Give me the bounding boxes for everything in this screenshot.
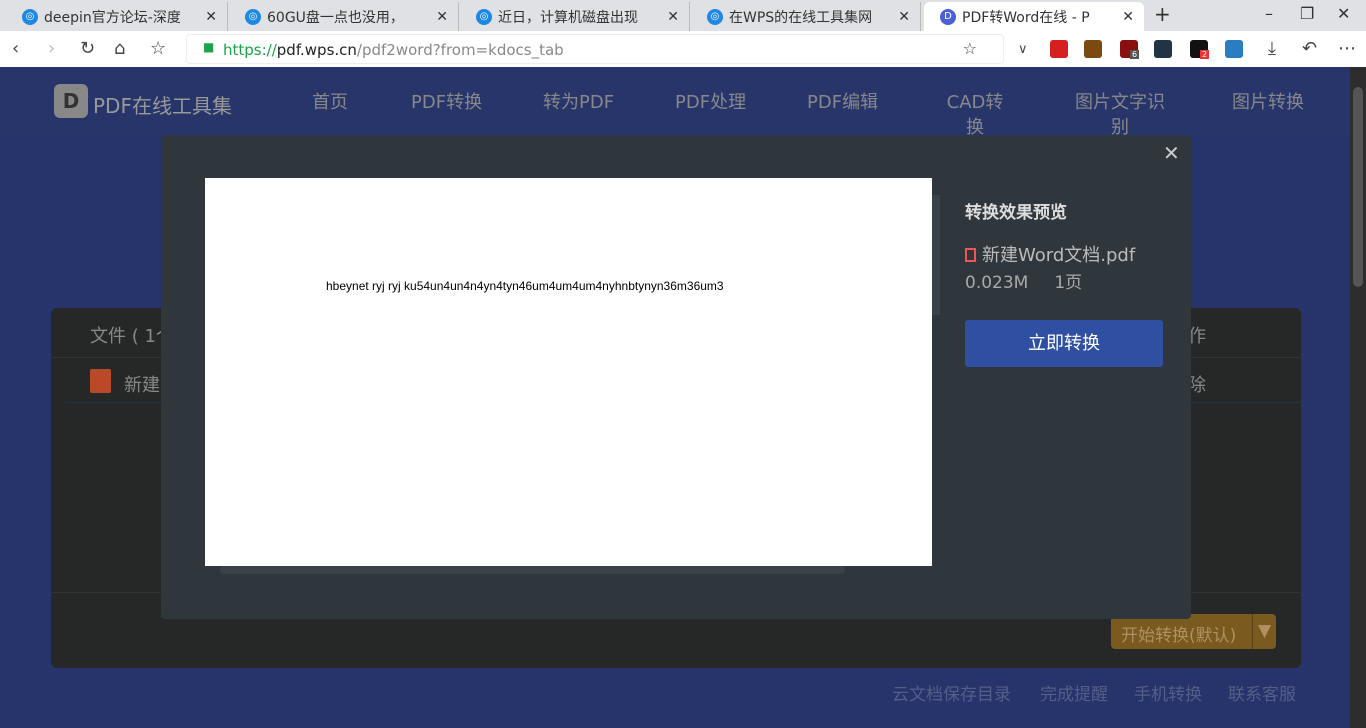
tab-wps[interactable]: ◎ 在WPS的在线工具集网 ✕ — [691, 2, 921, 31]
reload-icon[interactable]: ↻ — [80, 38, 95, 59]
url-path: /pdf2word?from=kdocs_tab — [356, 41, 564, 59]
preview-vertical-scrollbar[interactable] — [932, 195, 940, 315]
back-icon[interactable]: ‹ — [12, 38, 19, 59]
url-host: pdf.wps.cn — [276, 41, 357, 59]
deepin-icon: ◎ — [707, 8, 723, 25]
tab-title: 近日，计算机磁盘出现 — [498, 9, 638, 26]
close-tab-icon[interactable]: ✕ — [1122, 9, 1134, 25]
convert-now-button[interactable]: 立即转换 — [965, 320, 1163, 367]
new-tab-button[interactable]: + — [1154, 2, 1171, 26]
wps-pdf-icon: D — [940, 8, 956, 25]
footer-notify[interactable]: 完成提醒 — [1040, 680, 1108, 705]
scrollbar-thumb[interactable] — [1353, 87, 1363, 287]
bookmark-icon[interactable]: ☆ — [150, 38, 166, 59]
tab-title: 在WPS的在线工具集网 — [729, 9, 873, 26]
menu-cad[interactable]: CAD转换 — [940, 90, 1010, 140]
s-extension-icon[interactable] — [1225, 40, 1243, 58]
tab-usb[interactable]: ◎ 60GU盘一点也没用， ✕ — [229, 2, 459, 31]
deepin-icon: ◎ — [476, 8, 492, 25]
file-name: 新建 — [124, 375, 160, 396]
page-count: 1页 — [1054, 273, 1083, 293]
dropdown-arrow-icon[interactable]: ▼ — [1252, 614, 1276, 649]
close-icon[interactable]: ✕ — [1163, 141, 1180, 165]
restore-button[interactable]: ❐ — [1300, 4, 1314, 23]
start-convert-label: 开始转换(默认) — [1121, 626, 1237, 646]
star-icon[interactable]: ☆ — [963, 39, 977, 58]
minimize-button[interactable]: – — [1265, 4, 1273, 23]
url-scheme: https:// — [223, 41, 277, 59]
deepin-icon: ◎ — [22, 8, 38, 25]
badge-count: 2 — [1200, 50, 1210, 59]
menu-image-convert[interactable]: 图片转换 — [1232, 90, 1304, 115]
close-tab-icon[interactable]: ✕ — [436, 9, 448, 25]
url-input[interactable]: ■ https://pdf.wps.cn/pdf2word?from=kdocs… — [186, 34, 1004, 64]
menu-ocr[interactable]: 图片文字识别 — [1072, 90, 1168, 140]
home-icon[interactable]: ⌂ — [114, 38, 125, 59]
menu-pdf-edit[interactable]: PDF编辑 — [807, 90, 878, 115]
china-flag-extension-icon[interactable] — [1050, 40, 1068, 58]
extension-icon[interactable]: 2 — [1190, 40, 1210, 59]
ghost-extension-icon[interactable] — [1154, 40, 1172, 58]
preview-horizontal-scrollbar[interactable] — [220, 566, 845, 574]
ublock-extension-icon[interactable]: 6 — [1120, 40, 1140, 59]
menu-pdf-convert[interactable]: PDF转换 — [411, 90, 482, 115]
tab-pdf2word[interactable]: D PDF转Word在线 - P ✕ — [924, 2, 1144, 31]
logo-text[interactable]: PDF在线工具集 — [93, 90, 232, 119]
close-tab-icon[interactable]: ✕ — [205, 9, 217, 25]
footer-cloud-dir[interactable]: 云文档保存目录 — [892, 680, 1011, 705]
preview-text: hbeynet ryj ryj ku54un4un4n4yn4tyn46um4u… — [326, 279, 724, 293]
deepin-icon: ◎ — [245, 8, 261, 25]
preview-page: hbeynet ryj ryj ku54un4un4n4yn4tyn46um4u… — [205, 178, 932, 566]
pdf-file-icon — [90, 369, 111, 393]
file-size: 0.023M — [965, 273, 1029, 293]
tab-title: PDF转Word在线 - P — [962, 9, 1090, 26]
tab-bar: ◎ deepin官方论坛-深度 ✕ ◎ 60GU盘一点也没用， ✕ ◎ 近日，计算机磁盘出… — [0, 0, 1366, 31]
preview-title: 转换效果预览 — [965, 203, 1067, 223]
tab-deepin[interactable]: ◎ deepin官方论坛-深度 ✕ — [6, 2, 228, 31]
tab-title: deepin官方论坛-深度 — [44, 9, 181, 26]
preview-file-name: 新建Word文档.pdf — [982, 245, 1136, 266]
chevron-down-icon[interactable]: ∨ — [1018, 42, 1028, 57]
download-icon[interactable]: ⤓ — [1268, 38, 1276, 59]
menu-to-pdf[interactable]: 转为PDF — [543, 90, 614, 115]
star-extension-icon[interactable] — [1084, 40, 1102, 58]
menu-pdf-process[interactable]: PDF处理 — [675, 90, 746, 115]
close-tab-icon[interactable]: ✕ — [667, 9, 679, 25]
page-scrollbar[interactable] — [1350, 67, 1366, 728]
forward-icon[interactable]: › — [48, 38, 55, 59]
menu-home[interactable]: 首页 — [312, 90, 348, 115]
footer-mobile[interactable]: 手机转换 — [1134, 680, 1202, 705]
logo-icon[interactable]: D — [54, 84, 88, 118]
tab-title: 60GU盘一点也没用， — [267, 9, 404, 26]
start-convert-button[interactable]: 开始转换(默认) ▼ — [1111, 614, 1276, 649]
more-icon[interactable]: ⋯ — [1338, 38, 1356, 59]
undo-icon[interactable]: ↶ — [1302, 38, 1317, 59]
close-tab-icon[interactable]: ✕ — [898, 9, 910, 25]
close-window-button[interactable]: ✕ — [1337, 4, 1350, 23]
badge-count: 6 — [1130, 50, 1140, 59]
lock-icon: ■ — [203, 40, 215, 54]
tab-disk[interactable]: ◎ 近日，计算机磁盘出现 ✕ — [460, 2, 690, 31]
footer-support[interactable]: 联系客服 — [1228, 680, 1296, 705]
pdf-file-icon — [965, 248, 976, 262]
